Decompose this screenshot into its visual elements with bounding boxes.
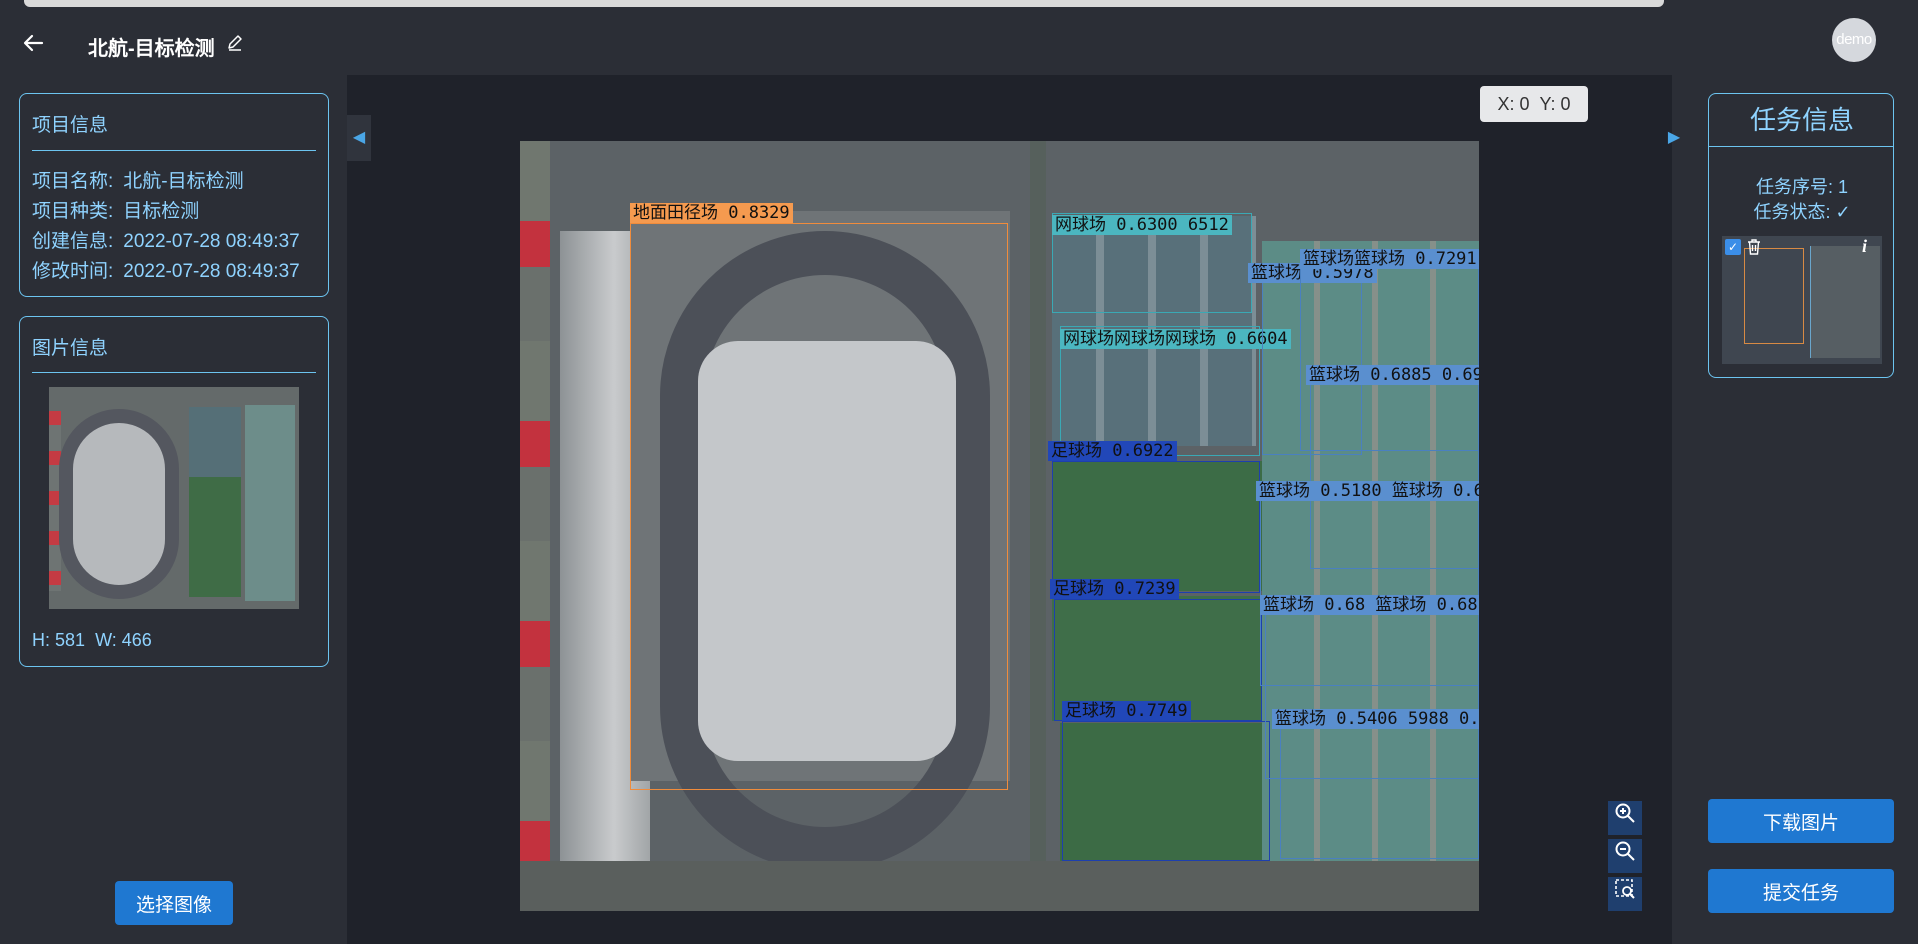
back-arrow-icon[interactable] [22, 30, 52, 60]
coord-x: X: 0 [1497, 94, 1530, 114]
zoom-in-icon[interactable] [1608, 801, 1642, 835]
trash-icon[interactable] [1746, 238, 1764, 256]
project-type-value: 目标检测 [123, 201, 200, 222]
browser-strip [0, 0, 1918, 8]
thumb-basketball [245, 405, 295, 601]
detection-label: 足球场 0.7239 [1050, 579, 1179, 599]
detection-label: 篮球场 0.68 篮球场 0.68 [1260, 595, 1479, 615]
project-name-label: 项目名称: [32, 171, 114, 192]
coordinate-readout: X: 0 Y: 0 [1480, 86, 1588, 122]
created-value: 2022-07-28 08:49:37 [123, 231, 300, 252]
created-label: 创建信息: [32, 231, 114, 252]
detection-box[interactable] [1052, 461, 1260, 593]
user-avatar[interactable]: demo [1832, 18, 1876, 62]
zoom-to-selection-icon[interactable] [1608, 877, 1642, 911]
thumb-track [59, 409, 179, 599]
edit-pencil-icon[interactable] [226, 34, 246, 54]
divider [32, 372, 316, 373]
detection-box[interactable] [1062, 721, 1270, 861]
detection-label: 篮球场 0.5406 5988 0.7 [1272, 709, 1479, 729]
image-thumbnail[interactable] [49, 387, 299, 609]
header: 北航-目标检测 demo [0, 8, 1918, 78]
modified-value: 2022-07-28 08:49:37 [123, 261, 300, 282]
detection-image[interactable]: 地面田径场 0.8329 网球场 0.6300 6512 网球场网球场网球场 0… [520, 141, 1479, 911]
image-dimensions: H: 581 W: 466 [32, 630, 152, 651]
mini-detection-box [1744, 248, 1804, 344]
project-name-row: 项目名称: 北航-目标检测 [32, 166, 244, 193]
project-type-row: 项目种类: 目标检测 [32, 196, 199, 223]
detection-label: 网球场网球场网球场 0.6604 [1060, 329, 1291, 349]
divider [32, 150, 316, 151]
project-type-label: 项目种类: [32, 201, 114, 222]
created-row: 创建信息: 2022-07-28 08:49:37 [32, 226, 300, 253]
task-thumbnail[interactable]: ✓ i [1722, 236, 1882, 364]
submit-task-button[interactable]: 提交任务 [1708, 869, 1894, 913]
detection-label: 篮球场 0.6885 0.699 [1306, 365, 1479, 385]
collapse-right-panel-icon[interactable]: ▶ [1662, 115, 1686, 161]
image-info-title: 图片信息 [32, 338, 109, 359]
divider [1709, 146, 1893, 147]
detection-label: 篮球场篮球场 0.7291 [1300, 249, 1479, 269]
mini-courts [1810, 246, 1880, 358]
detection-label: 网球场 0.6300 6512 [1052, 215, 1232, 235]
project-info-card: 项目信息 项目名称: 北航-目标检测 项目种类: 目标检测 创建信息: 2022-07… [19, 93, 329, 297]
info-icon[interactable]: i [1862, 236, 1867, 257]
detection-label: 地面田径场 0.8329 [630, 203, 793, 223]
detection-label: 足球场 0.6922 [1048, 441, 1177, 461]
select-image-button[interactable]: 选择图像 [115, 881, 233, 925]
road [1030, 141, 1046, 911]
browser-address-bar [24, 0, 1664, 7]
collapse-left-panel-icon[interactable]: ◀ [347, 115, 371, 161]
detection-box[interactable] [1280, 719, 1479, 859]
bottom-road [520, 861, 1479, 911]
task-info-title: 任务信息 [1749, 105, 1854, 135]
modified-row: 修改时间: 2022-07-28 08:49:37 [32, 256, 300, 283]
task-number: 任务序号: 1 [1755, 177, 1848, 197]
task-status: 任务状态: ✓ [1753, 202, 1851, 222]
thumb-tennis [189, 407, 241, 477]
detection-label: 篮球场 0.5180 篮球场 0.68 [1256, 481, 1479, 501]
project-name-value: 北航-目标检测 [123, 171, 244, 192]
download-image-button[interactable]: 下载图片 [1708, 799, 1894, 843]
detection-box[interactable] [630, 223, 1008, 790]
detection-label: 足球场 0.7749 [1062, 701, 1191, 721]
coord-y: Y: 0 [1539, 94, 1571, 114]
project-title: 北航-目标检测 [88, 38, 215, 60]
image-info-card: 图片信息 H: 581 W: 466 [19, 316, 329, 667]
thumb-soccer [189, 477, 241, 597]
image-height: H: 581 [32, 630, 86, 650]
project-info-title: 项目信息 [32, 115, 109, 136]
task-checkbox[interactable]: ✓ [1725, 239, 1741, 255]
image-width: W: 466 [95, 630, 152, 650]
roof-strip [520, 141, 550, 911]
zoom-out-icon[interactable] [1608, 839, 1642, 873]
modified-label: 修改时间: [32, 261, 114, 282]
task-info-card: 任务信息 任务序号: 1 任务状态: ✓ ✓ i [1708, 93, 1894, 378]
